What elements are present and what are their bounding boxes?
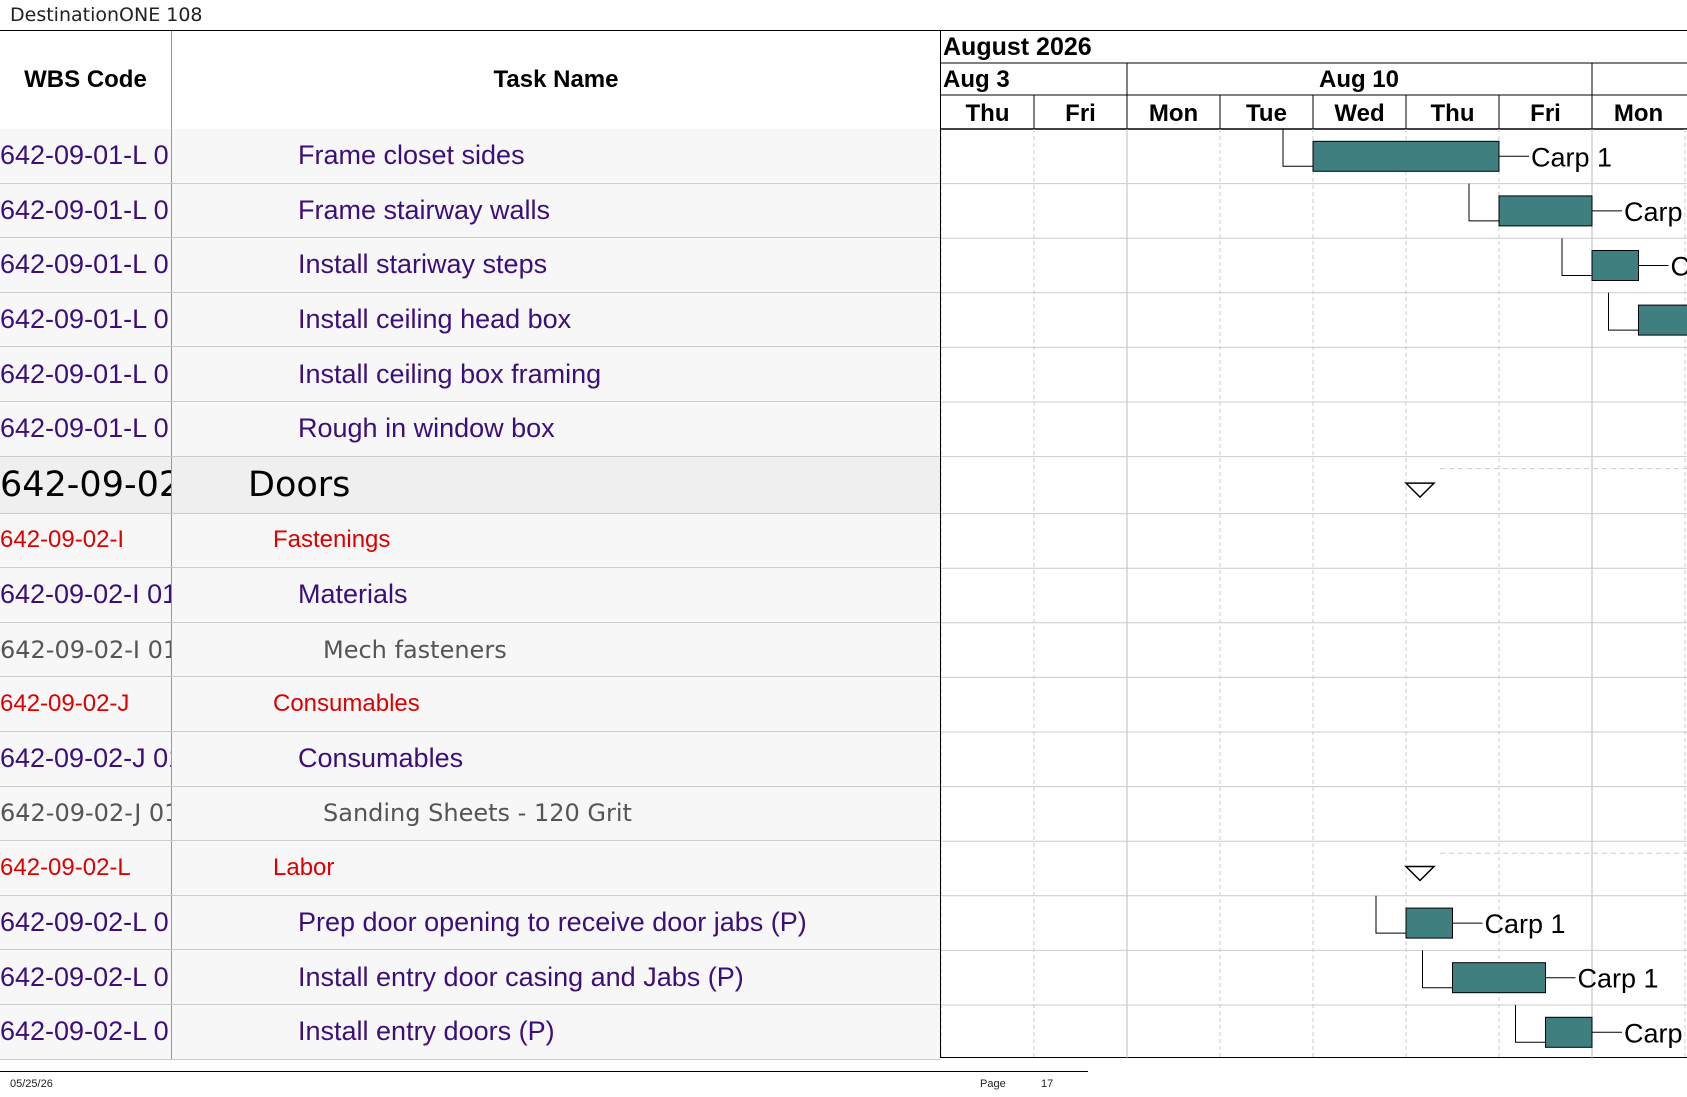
gantt-chart: August 2026 Aug 3 Aug 10 Thu Fri Mon Tue Wed Thu…: [940, 30, 1687, 1059]
day-label: Thu: [966, 100, 1010, 127]
wbs-code-cell: 642-09-02: [0, 456, 172, 513]
table-row[interactable]: 642-09-02-J 01 Sanding Sheets - 120 Grit: [0, 786, 940, 842]
resource-label: Carp 1: [1485, 909, 1566, 939]
table-row[interactable]: 642-09-02-J Consumables: [0, 677, 940, 732]
summary-marker-icon: [1404, 482, 1436, 499]
task-name-cell: Mech fasteners: [323, 635, 507, 664]
table-row[interactable]: 642-09-01-L 0 Rough in window box: [0, 402, 940, 457]
table-row[interactable]: 642-09-01-L 0 Install ceiling box framing: [0, 347, 940, 402]
day-label: Wed: [1334, 100, 1384, 127]
resource-label: Carp: [1624, 197, 1683, 227]
table-row[interactable]: 642-09-02-L Labor: [0, 841, 940, 896]
task-name-cell: Install entry door casing and Jabs (P): [298, 961, 744, 992]
resource-label: Carp 1: [1578, 964, 1659, 994]
task-bar: [1405, 907, 1453, 939]
wbs-code-cell: 642-09-02-I: [0, 513, 172, 568]
task-name-cell: Doors: [248, 464, 351, 505]
task-name-cell: Install ceiling head box: [298, 304, 572, 335]
table-row[interactable]: 642-09-02-I Fastenings: [0, 513, 940, 569]
task-bar: [1498, 195, 1593, 227]
dependency-link: [1375, 895, 1406, 934]
wbs-code-cell: 642-09-02-I 01: [0, 622, 172, 677]
footer-page-number: 17: [1041, 1078, 1054, 1090]
wbs-code-cell: 642-09-02-L 0: [0, 895, 172, 950]
task-name-cell: Install entry doors (P): [298, 1016, 555, 1047]
task-name-cell: Consumables: [298, 743, 464, 774]
table-row[interactable]: 642-09-02-I 01 Materials: [0, 568, 940, 623]
task-name-cell: Labor: [273, 853, 335, 881]
day-label: Fri: [1530, 100, 1561, 127]
task-name-cell: Materials: [298, 579, 408, 610]
wbs-code-cell: 642-09-02-L 0: [0, 1005, 172, 1059]
task-table: WBS Code Task Name 642-09-01-L 0 Frame cl…: [0, 30, 940, 1060]
dependency-link: [1468, 183, 1499, 222]
wbs-code-cell: 642-09-02-J 01: [0, 732, 172, 786]
wbs-code-cell: 642-09-01-L 0: [0, 347, 172, 401]
table-row[interactable]: 642-09-01-L 0 Install ceiling head box: [0, 292, 940, 348]
table-row[interactable]: 642-09-02-I 01 Mech fasteners: [0, 622, 940, 678]
dependency-link: [1608, 292, 1639, 331]
wbs-code-header[interactable]: WBS Code: [0, 31, 172, 129]
table-row[interactable]: 642-09-01-L 0 Frame closet sides: [0, 129, 940, 184]
day-label: Thu: [1431, 100, 1475, 127]
table-row[interactable]: 642-09-02-J 01 Consumables: [0, 732, 940, 787]
task-name-cell: Consumables: [273, 690, 420, 718]
table-row[interactable]: 642-09-02-L 0 Install entry doors (P): [0, 1005, 940, 1060]
wbs-code-cell: 642-09-01-L 0: [0, 183, 172, 238]
document-title: DestinationONE 108: [10, 4, 203, 26]
dependency-link: [1561, 238, 1592, 276]
dependency-link: [1282, 129, 1313, 167]
task-name-cell: Install stariway steps: [298, 249, 548, 280]
task-bar: [1545, 1016, 1593, 1048]
resource-label: C: [1671, 252, 1687, 282]
wbs-code-cell: 642-09-02-J 01: [0, 786, 172, 841]
table-header: WBS Code Task Name: [0, 31, 940, 130]
dependency-link: [1422, 950, 1453, 989]
wbs-code-cell: 642-09-01-L 0: [0, 292, 172, 347]
task-name-cell: Frame stairway walls: [298, 194, 551, 225]
day-label: Mon: [1149, 100, 1198, 127]
wbs-code-cell: 642-09-02-L: [0, 841, 172, 895]
resource-label: Carp 1: [1531, 142, 1612, 172]
week-label: Aug 3: [943, 66, 1010, 93]
day-label: Tue: [1246, 100, 1287, 127]
task-bar: [1452, 962, 1546, 994]
task-name-cell: Install ceiling box framing: [298, 358, 602, 389]
dependency-link: [1515, 1005, 1546, 1043]
task-name-cell: Fastenings: [273, 526, 391, 554]
footer-divider: [0, 1071, 1088, 1072]
group-row[interactable]: 642-09-02 Doors: [0, 456, 940, 514]
wbs-code-cell: 642-09-02-J: [0, 677, 172, 731]
task-name-header[interactable]: Task Name: [172, 31, 940, 129]
task-name-cell: Sanding Sheets - 120 Grit: [323, 799, 632, 828]
task-name-cell: Rough in window box: [298, 413, 555, 444]
table-row[interactable]: 642-09-01-L 0 Frame stairway walls: [0, 183, 940, 239]
table-row[interactable]: 642-09-02-L 0 Prep door opening to receiv…: [0, 895, 940, 951]
task-name-cell: Frame closet sides: [298, 140, 525, 171]
footer-page-label: Page: [980, 1078, 1006, 1090]
wbs-code-cell: 642-09-02-I 01: [0, 568, 172, 622]
day-label: Fri: [1065, 100, 1096, 127]
task-bar: [1312, 140, 1500, 172]
footer-date: 05/25/26: [10, 1078, 53, 1090]
month-label: August 2026: [943, 33, 1092, 61]
wbs-code-cell: 642-09-01-L 0: [0, 402, 172, 456]
task-bar: [1591, 250, 1639, 281]
resource-label: Carp: [1624, 1018, 1683, 1048]
wbs-code-cell: 642-09-01-L 0: [0, 129, 172, 183]
wbs-code-cell: 642-09-01-L 0: [0, 238, 172, 292]
table-row[interactable]: 642-09-01-L 0 Install stariway steps: [0, 238, 940, 293]
wbs-code-cell: 642-09-02-L 0: [0, 950, 172, 1004]
week-label: Aug 10: [1319, 66, 1399, 93]
task-name-cell: Prep door opening to receive door jabs (…: [298, 907, 807, 938]
task-bar: [1638, 304, 1687, 336]
day-label: Mon: [1614, 100, 1663, 127]
table-row[interactable]: 642-09-02-L 0 Install entry door casing a…: [0, 950, 940, 1005]
summary-marker-icon: [1404, 865, 1436, 882]
